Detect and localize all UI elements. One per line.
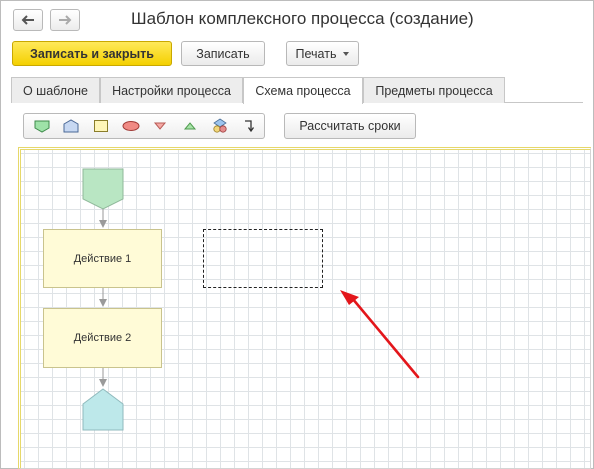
add-action-button[interactable]: [86, 114, 116, 138]
start-point-icon: [34, 120, 50, 133]
print-button[interactable]: Печать: [286, 41, 359, 66]
action-block-2[interactable]: Действие 2: [43, 308, 162, 368]
arrow-right-icon: [59, 15, 72, 25]
save-and-close-button[interactable]: Записать и закрыть: [12, 41, 172, 66]
scheme-elements-toolbar: [23, 113, 265, 139]
add-end-point-button[interactable]: [57, 114, 87, 138]
condition-icon: [122, 121, 140, 131]
arrow-left-icon: [21, 15, 34, 25]
merge-icon: [183, 122, 197, 130]
tab-about-template[interactable]: О шаблоне: [11, 77, 100, 103]
chevron-down-icon: [343, 51, 350, 56]
add-merge-button[interactable]: [175, 114, 205, 138]
nested-process-icon: [212, 118, 227, 133]
calculate-deadlines-button[interactable]: Рассчитать сроки: [284, 113, 416, 139]
split-icon: [154, 122, 167, 130]
add-connector-button[interactable]: [234, 114, 264, 138]
forward-button[interactable]: [50, 9, 80, 31]
end-point-icon: [63, 119, 79, 133]
action-icon: [94, 120, 109, 132]
tab-process-scheme[interactable]: Схема процесса: [243, 77, 363, 104]
print-button-label: Печать: [295, 46, 337, 61]
add-split-button[interactable]: [146, 114, 176, 138]
add-nested-process-button[interactable]: [205, 114, 235, 138]
add-condition-button[interactable]: [116, 114, 146, 138]
save-button[interactable]: Записать: [181, 41, 265, 66]
tab-process-subjects[interactable]: Предметы процесса: [363, 77, 505, 103]
add-start-point-button[interactable]: [27, 114, 57, 138]
connector-icon: [245, 120, 255, 133]
back-button[interactable]: [13, 9, 43, 31]
selection-rectangle[interactable]: [203, 229, 323, 288]
window-title: Шаблон комплексного процесса (создание): [131, 9, 474, 28]
action-block-1[interactable]: Действие 1: [43, 229, 162, 288]
tab-process-settings[interactable]: Настройки процесса: [100, 77, 243, 103]
